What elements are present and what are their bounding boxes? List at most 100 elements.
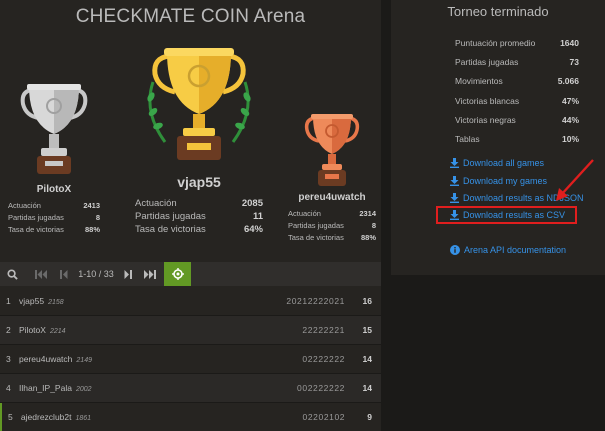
podium-second: PilotoX Actuación 2413 Partidas jugadas 8 … bbox=[8, 82, 100, 234]
summary-row: Tablas 10% bbox=[455, 129, 579, 148]
score-sheet: 02202102 bbox=[302, 412, 346, 422]
search-icon bbox=[6, 268, 18, 280]
table-row[interactable]: 2 PilotoX 2214 22222221 15 bbox=[0, 316, 381, 345]
player-rating: 2002 bbox=[75, 386, 92, 393]
podium-third-stats: Actuación 2314 Partidas jugadas 8 Tasa de … bbox=[288, 209, 376, 242]
player-cell[interactable]: pereu4uwatch 2149 bbox=[19, 354, 169, 364]
stat-label: Partidas jugadas bbox=[135, 211, 206, 222]
next-page-icon bbox=[124, 269, 132, 279]
summary-label: Tablas bbox=[455, 134, 480, 145]
score-sheet: 002222222 bbox=[297, 383, 345, 393]
gold-trophy-icon bbox=[147, 48, 251, 160]
download-icon bbox=[450, 176, 459, 186]
summary-row: Partidas jugadas 73 bbox=[455, 52, 579, 71]
summary-value: 5.066 bbox=[557, 76, 579, 87]
stat-value: 8 bbox=[371, 221, 376, 230]
download-icon bbox=[450, 158, 459, 168]
player-cell[interactable]: PilotoX 2214 bbox=[19, 325, 169, 335]
summary-row: Victorias blancas 47% bbox=[455, 91, 579, 110]
summary-title: Torneo terminado bbox=[447, 4, 549, 19]
summary-label: Movimientos bbox=[455, 76, 503, 87]
summary-row: Movimientos 5.066 bbox=[455, 72, 579, 91]
download-all-games-link[interactable]: Download all games bbox=[450, 158, 544, 168]
arena-panel: CHECKMATE COIN Arena PilotoX Actuación 24… bbox=[0, 0, 381, 431]
arena-title: CHECKMATE COIN Arena bbox=[75, 6, 306, 27]
table-row[interactable]: 5 ajedrezclub2t 1861 02202102 9 bbox=[0, 403, 381, 431]
bronze-trophy-icon bbox=[304, 114, 360, 186]
podium-first-stats: Actuación 2085 Partidas jugadas 11 Tasa de… bbox=[135, 198, 263, 235]
table-row[interactable]: 3 pereu4uwatch 2149 02222222 14 bbox=[0, 345, 381, 374]
summary-value: 10% bbox=[561, 134, 579, 145]
player-rating: 2214 bbox=[49, 328, 66, 335]
summary-stats: Puntuación promedio 1640 Partidas jugadas… bbox=[455, 33, 579, 149]
arena-api-documentation-link[interactable]: Arena API documentation bbox=[450, 245, 566, 255]
stat-value: 2085 bbox=[241, 198, 263, 209]
stat-value: 88% bbox=[84, 225, 100, 234]
stat-value: 88% bbox=[360, 233, 376, 242]
stat-label: Partidas jugadas bbox=[288, 221, 344, 230]
download-all-games-label[interactable]: Download all games bbox=[463, 158, 544, 168]
score-sheet: 02222222 bbox=[302, 354, 345, 364]
stat-value: 2314 bbox=[359, 209, 376, 218]
podium-first-name[interactable]: vjap55 bbox=[135, 174, 263, 190]
page-range: 1-10 / 33 bbox=[78, 269, 114, 279]
summary-value: 73 bbox=[569, 56, 579, 67]
download-my-games-link[interactable]: Download my games bbox=[450, 176, 547, 186]
stat-label: Actuación bbox=[135, 198, 177, 209]
podium-second-name[interactable]: PilotoX bbox=[8, 184, 100, 195]
my-position-button[interactable] bbox=[164, 262, 191, 286]
csv-highlight-box bbox=[436, 206, 577, 224]
next-page-button[interactable] bbox=[118, 262, 138, 286]
arena-api-documentation-label[interactable]: Arena API documentation bbox=[464, 245, 566, 255]
stat-label: Tasa de victorias bbox=[8, 225, 64, 234]
summary-label: Puntuación promedio bbox=[455, 37, 536, 48]
podium-second-stats: Actuación 2413 Partidas jugadas 8 Tasa de … bbox=[8, 201, 100, 234]
table-row[interactable]: 1 vjap55 2158 20212222021 16 bbox=[0, 287, 381, 316]
player-rating: 1861 bbox=[75, 415, 92, 422]
rank-cell: 2 bbox=[6, 325, 11, 335]
score-sheet: 22222221 bbox=[302, 325, 345, 335]
last-page-button[interactable] bbox=[138, 262, 162, 286]
player-rating: 2149 bbox=[76, 357, 92, 364]
rank-cell: 4 bbox=[6, 383, 11, 393]
prev-page-icon bbox=[60, 269, 68, 279]
summary-label: Victorias blancas bbox=[455, 95, 520, 106]
podium-third: pereu4uwatch Actuación 2314 Partidas juga… bbox=[288, 112, 376, 242]
player-name[interactable]: Ilhan_IP_Pala bbox=[19, 383, 72, 393]
stat-label: Tasa de victorias bbox=[135, 224, 206, 235]
stat-value: 11 bbox=[252, 211, 263, 222]
first-page-button[interactable] bbox=[28, 262, 54, 286]
summary-row: Victorias negras 44% bbox=[455, 110, 579, 129]
summary-value: 1640 bbox=[560, 37, 579, 48]
silver-trophy-icon bbox=[20, 84, 88, 174]
last-page-icon bbox=[144, 269, 156, 279]
first-page-icon bbox=[35, 269, 47, 279]
podium-first: vjap55 Actuación 2085 Partidas jugadas 11 … bbox=[135, 42, 263, 235]
summary-row: Puntuación promedio 1640 bbox=[455, 33, 579, 52]
podium-third-name[interactable]: pereu4uwatch bbox=[288, 192, 376, 203]
total-score: 9 bbox=[367, 412, 372, 422]
summary-label: Victorias negras bbox=[455, 114, 516, 125]
stat-value: 64% bbox=[243, 224, 263, 235]
player-name[interactable]: PilotoX bbox=[19, 325, 46, 335]
search-button[interactable] bbox=[0, 262, 24, 286]
player-cell[interactable]: ajedrezclub2t 1861 bbox=[21, 412, 170, 422]
download-my-games-label[interactable]: Download my games bbox=[463, 176, 547, 186]
total-score: 15 bbox=[362, 325, 372, 335]
player-cell[interactable]: vjap55 2158 bbox=[19, 296, 169, 306]
total-score: 14 bbox=[362, 354, 372, 364]
player-name[interactable]: ajedrezclub2t bbox=[21, 412, 72, 422]
table-row[interactable]: 4 Ilhan_IP_Pala 2002 002222222 14 bbox=[0, 374, 381, 403]
player-cell[interactable]: Ilhan_IP_Pala 2002 bbox=[19, 383, 169, 393]
prev-page-button[interactable] bbox=[54, 262, 74, 286]
player-name[interactable]: pereu4uwatch bbox=[19, 354, 72, 364]
stat-label: Tasa de victorias bbox=[288, 233, 344, 242]
player-name[interactable]: vjap55 bbox=[19, 296, 44, 306]
stat-value: 2413 bbox=[83, 201, 100, 210]
summary-value: 47% bbox=[561, 95, 579, 106]
player-rating: 2158 bbox=[48, 299, 64, 306]
stat-value: 8 bbox=[95, 213, 100, 222]
summary-value: 44% bbox=[561, 114, 579, 125]
stat-label: Actuación bbox=[8, 201, 41, 210]
tournament-summary-panel: Torneo terminado Puntuación promedio 1640… bbox=[391, 0, 605, 275]
